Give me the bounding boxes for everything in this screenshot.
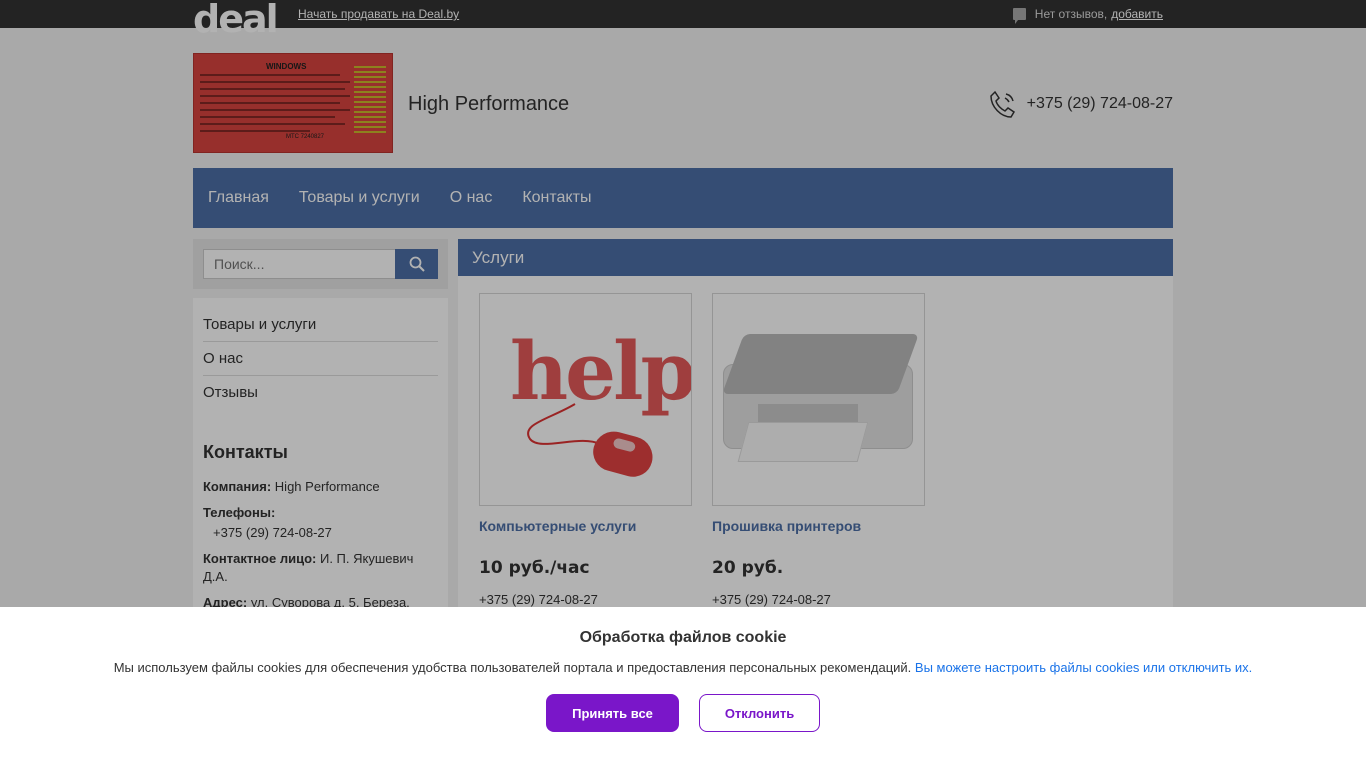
cookie-description: Мы используем файлы cookies для обеспече… — [113, 660, 912, 675]
cookie-banner: Обработка файлов cookie Мы используем фа… — [0, 607, 1366, 768]
cookie-title: Обработка файлов cookie — [579, 629, 787, 646]
cookie-settings-link[interactable]: Вы можете настроить файлы cookies или от… — [915, 660, 1252, 675]
cookie-text: Мы используем файлы cookies для обеспече… — [0, 660, 1366, 675]
accept-all-button[interactable]: Принять все — [546, 694, 679, 732]
decline-button[interactable]: Отклонить — [699, 694, 820, 732]
